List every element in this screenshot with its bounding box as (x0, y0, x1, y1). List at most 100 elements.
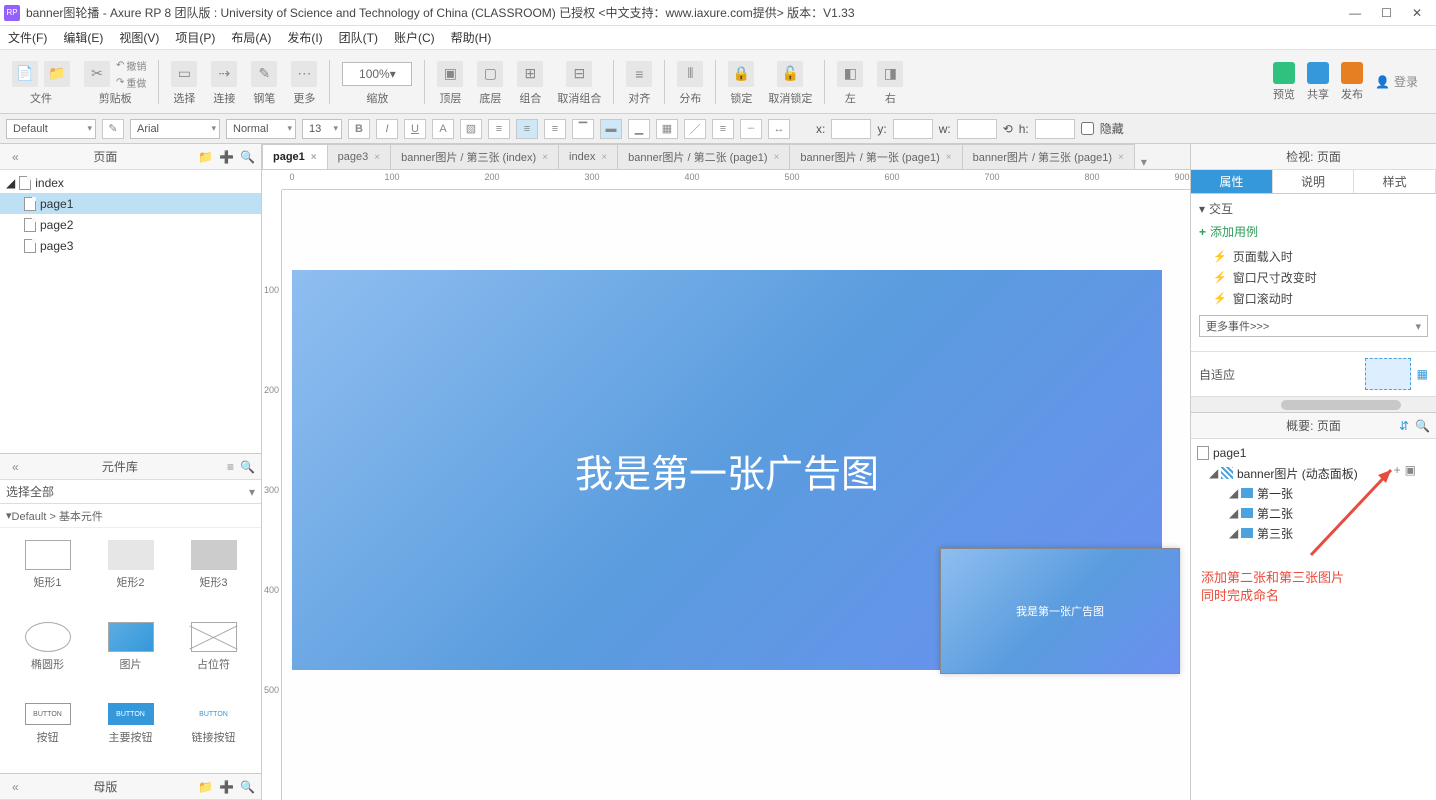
tab-style[interactable]: 样式 (1354, 170, 1436, 193)
lib-rect2[interactable]: 矩形2 (89, 534, 172, 612)
tg-file[interactable]: 📄📁 文件 (6, 54, 76, 110)
add-folder-icon[interactable]: 📁 (198, 150, 213, 164)
lib-button[interactable]: BUTTON按钮 (6, 697, 89, 767)
close-icon[interactable]: × (774, 152, 780, 163)
tg-group[interactable]: ⊞组合 (511, 54, 549, 110)
line-width-button[interactable]: ≡ (712, 119, 734, 139)
hide-checkbox[interactable] (1081, 122, 1094, 135)
menu-file[interactable]: 文件(F) (8, 29, 47, 46)
align-left-icon[interactable]: ◧ (837, 61, 863, 87)
collapse-icon[interactable]: « (12, 780, 19, 794)
lib-menu-icon[interactable]: ≡ (227, 460, 234, 474)
tg-align[interactable]: ≡对齐 (620, 54, 658, 110)
pen-icon[interactable]: ✎ (251, 61, 277, 87)
bring-front-icon[interactable]: ▣ (437, 61, 463, 87)
tg-lock[interactable]: 🔒锁定 (722, 54, 760, 110)
menu-help[interactable]: 帮助(H) (451, 29, 492, 46)
preview-button[interactable]: 预览 (1273, 62, 1295, 102)
zoom-select[interactable]: 100% ▾ (342, 62, 412, 86)
arrow-button[interactable]: ↔ (768, 119, 790, 139)
page-page3[interactable]: page3 (0, 235, 261, 256)
thumbnail-overlay[interactable]: 我是第一张广告图 (940, 548, 1180, 674)
close-icon[interactable]: × (542, 152, 548, 163)
line-color-button[interactable]: ／ (684, 119, 706, 139)
close-icon[interactable]: × (946, 152, 952, 163)
italic-button[interactable]: I (376, 119, 398, 139)
group-icon[interactable]: ⊞ (517, 61, 543, 87)
lib-link-button[interactable]: BUTTON链接按钮 (172, 697, 255, 767)
fill-button[interactable]: ▦ (656, 119, 678, 139)
interactions-header[interactable]: ▾交互 (1199, 200, 1428, 217)
undo-icon[interactable]: ↶ (116, 60, 124, 71)
close-icon[interactable]: × (1118, 152, 1124, 163)
valign-mid-button[interactable]: ▬ (600, 119, 622, 139)
add-folder-icon[interactable]: 📁 (198, 780, 213, 794)
lib-rect3[interactable]: 矩形3 (172, 534, 255, 612)
tab-banner3-index[interactable]: banner图片 / 第三张 (index)× (390, 144, 559, 169)
style-select[interactable]: Default (6, 119, 96, 139)
lib-ellipse[interactable]: 椭圆形 (6, 616, 89, 694)
tg-clipboard[interactable]: ✂ ↶撤销 ↷重做 剪贴板 (78, 54, 152, 110)
size-select[interactable]: 13 (302, 119, 342, 139)
style-edit-icon[interactable]: ✎ (102, 119, 124, 139)
line-style-button[interactable]: ┄ (740, 119, 762, 139)
valign-bot-button[interactable]: ▁ (628, 119, 650, 139)
menu-edit[interactable]: 编辑(E) (63, 29, 103, 46)
cut-icon[interactable]: ✂ (84, 61, 110, 87)
close-icon[interactable]: ✕ (1412, 6, 1422, 20)
collapse-icon[interactable]: « (12, 150, 19, 164)
page-page1[interactable]: page1 (0, 193, 261, 214)
more-events-select[interactable]: 更多事件>>> (1199, 315, 1428, 337)
add-page-icon[interactable]: ➕ (219, 150, 234, 164)
new-file-icon[interactable]: 📄 (12, 61, 38, 87)
tg-top[interactable]: ▣顶层 (431, 54, 469, 110)
tab-index[interactable]: index× (558, 144, 618, 169)
search-icon[interactable]: 🔍 (240, 460, 255, 474)
adaptive-base-icon[interactable] (1365, 358, 1411, 390)
event-window-scroll[interactable]: 窗口滚动时 (1199, 288, 1428, 309)
bg-color-button[interactable]: ▨ (460, 119, 482, 139)
ungroup-icon[interactable]: ⊟ (566, 61, 592, 87)
filter-icon[interactable]: ⇵ (1399, 419, 1409, 433)
open-file-icon[interactable]: 📁 (44, 61, 70, 87)
lock-aspect-icon[interactable]: ⟲ (1003, 122, 1013, 136)
close-icon[interactable]: × (601, 152, 607, 163)
maximize-icon[interactable]: ☐ (1381, 6, 1392, 20)
tg-distribute[interactable]: ⫴分布 (671, 54, 709, 110)
search-icon[interactable]: 🔍 (240, 150, 255, 164)
tg-right[interactable]: ◨右 (871, 54, 909, 110)
tab-page3[interactable]: page3× (327, 144, 391, 169)
collapse-icon[interactable]: « (12, 460, 19, 474)
font-color-button[interactable]: A (432, 119, 454, 139)
inspector-scrollbar[interactable] (1191, 396, 1436, 412)
select-icon[interactable]: ▭ (171, 61, 197, 87)
tab-notes[interactable]: 说明 (1273, 170, 1355, 193)
tab-more[interactable]: ▾ (1134, 155, 1154, 169)
bold-button[interactable]: B (348, 119, 370, 139)
menu-account[interactable]: 账户(C) (394, 29, 435, 46)
menu-arrange[interactable]: 布局(A) (231, 29, 271, 46)
duplicate-state-icon[interactable]: ▣ (1405, 463, 1416, 477)
adaptive-add-icon[interactable]: ▦ (1417, 367, 1428, 381)
tg-select[interactable]: ▭选择 (165, 54, 203, 110)
lib-image[interactable]: 图片 (89, 616, 172, 694)
page-index[interactable]: ◢index (0, 172, 261, 193)
align-right-icon[interactable]: ◨ (877, 61, 903, 87)
add-case-link[interactable]: 添加用例 (1199, 223, 1428, 240)
share-button[interactable]: 共享 (1307, 62, 1329, 102)
tab-page1[interactable]: page1× (262, 144, 328, 169)
outline-state-2[interactable]: ◢第二张 (1193, 503, 1434, 523)
tg-pen[interactable]: ✎钢笔 (245, 54, 283, 110)
menu-project[interactable]: 项目(P) (175, 29, 215, 46)
tg-left[interactable]: ◧左 (831, 54, 869, 110)
search-icon[interactable]: 🔍 (1415, 419, 1430, 433)
menu-publish[interactable]: 发布(I) (287, 29, 322, 46)
align-center-button[interactable]: ≡ (516, 119, 538, 139)
menu-team[interactable]: 团队(T) (339, 29, 378, 46)
outline-page[interactable]: page1 (1193, 443, 1434, 463)
unlock-icon[interactable]: 🔓 (777, 61, 803, 87)
publish-button[interactable]: 发布 (1341, 62, 1363, 102)
lib-breadcrumb[interactable]: ▾ Default > 基本元件 (0, 504, 261, 528)
outline-state-3[interactable]: ◢第三张 (1193, 523, 1434, 543)
w-input[interactable] (957, 119, 997, 139)
